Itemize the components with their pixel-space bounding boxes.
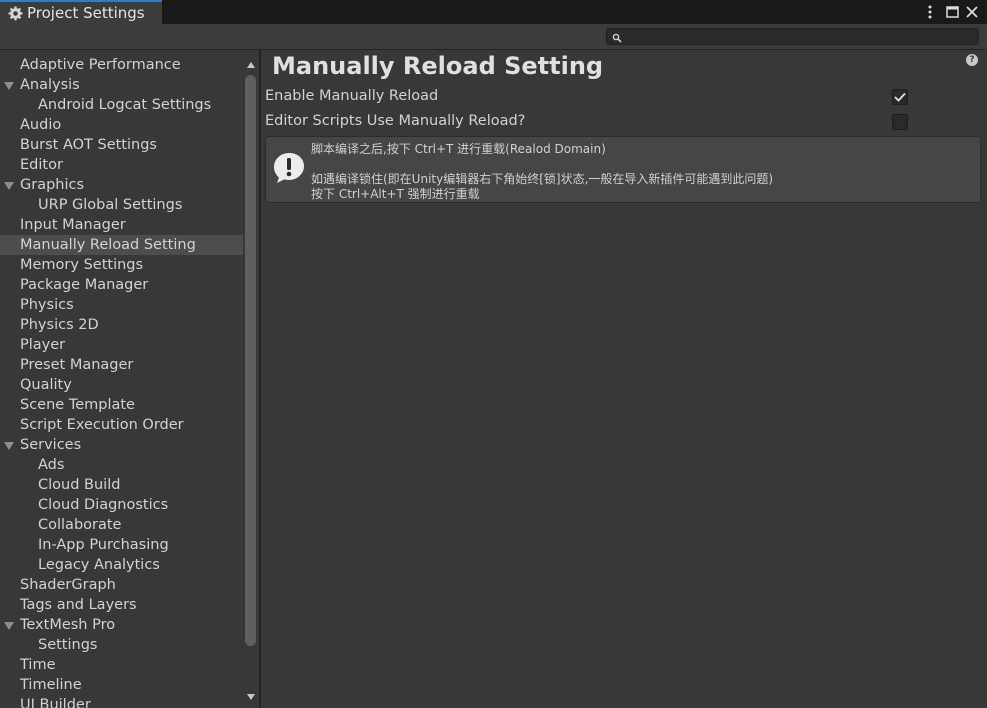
sidebar-item-urp-global-settings[interactable]: URP Global Settings bbox=[0, 195, 243, 215]
sidebar-item-script-execution-order[interactable]: Script Execution Order bbox=[0, 415, 243, 435]
sidebar-item-label: In-App Purchasing bbox=[38, 537, 169, 553]
maximize-icon[interactable] bbox=[943, 3, 961, 21]
sidebar-item-analysis[interactable]: Analysis bbox=[0, 75, 243, 95]
sidebar-item-label: Editor bbox=[20, 157, 63, 173]
sidebar-item-label: Scene Template bbox=[20, 397, 135, 413]
sidebar-item-adaptive-performance[interactable]: Adaptive Performance bbox=[0, 55, 243, 75]
sidebar-item-manually-reload-setting[interactable]: Manually Reload Setting bbox=[0, 235, 243, 255]
sidebar-item-shadergraph[interactable]: ShaderGraph bbox=[0, 575, 243, 595]
sidebar-item-memory-settings[interactable]: Memory Settings bbox=[0, 255, 243, 275]
sidebar-item-tags-and-layers[interactable]: Tags and Layers bbox=[0, 595, 243, 615]
sidebar-item-time[interactable]: Time bbox=[0, 655, 243, 675]
close-icon[interactable] bbox=[963, 3, 981, 21]
settings-content: Manually Reload Setting ? Enable Manuall… bbox=[261, 50, 987, 708]
sidebar-item-package-manager[interactable]: Package Manager bbox=[0, 275, 243, 295]
title-bar: Project Settings bbox=[0, 0, 987, 24]
sidebar-item-label: ShaderGraph bbox=[20, 577, 116, 593]
expand-arrow-icon[interactable] bbox=[4, 182, 14, 190]
sidebar-item-label: Script Execution Order bbox=[20, 417, 184, 433]
sidebar-item-label: Graphics bbox=[20, 177, 85, 193]
editor-scripts-manual-reload-label: Editor Scripts Use Manually Reload? bbox=[265, 113, 526, 129]
window-tab[interactable]: Project Settings bbox=[0, 0, 162, 24]
enable-manually-reload-label: Enable Manually Reload bbox=[265, 88, 439, 104]
sidebar-item-label: Settings bbox=[38, 637, 98, 653]
sidebar-item-editor[interactable]: Editor bbox=[0, 155, 243, 175]
sidebar-item-label: Adaptive Performance bbox=[20, 57, 181, 73]
enable-manually-reload-checkbox[interactable] bbox=[892, 89, 908, 105]
sidebar-item-label: Preset Manager bbox=[20, 357, 134, 373]
scroll-up-arrow-icon[interactable] bbox=[247, 62, 255, 68]
sidebar-item-input-manager[interactable]: Input Manager bbox=[0, 215, 243, 235]
sidebar-item-label: Player bbox=[20, 337, 66, 353]
sidebar-item-label: Physics 2D bbox=[20, 317, 99, 333]
sidebar-item-scene-template[interactable]: Scene Template bbox=[0, 395, 243, 415]
help-line-4: 按下 Ctrl+Alt+T 强制进行重载 bbox=[311, 187, 480, 201]
sidebar-item-legacy-analytics[interactable]: Legacy Analytics bbox=[0, 555, 243, 575]
editor-scripts-manual-reload-checkbox[interactable] bbox=[892, 114, 908, 130]
sidebar-item-in-app-purchasing[interactable]: In-App Purchasing bbox=[0, 535, 243, 555]
search-input[interactable] bbox=[625, 29, 975, 44]
sidebar-item-graphics[interactable]: Graphics bbox=[0, 175, 243, 195]
sidebar-item-label: Physics bbox=[20, 297, 74, 313]
sidebar-item-label: Audio bbox=[20, 117, 62, 133]
sidebar-item-label: UI Builder bbox=[20, 697, 91, 708]
window-title: Project Settings bbox=[27, 4, 145, 22]
sidebar-item-cloud-diagnostics[interactable]: Cloud Diagnostics bbox=[0, 495, 243, 515]
sidebar-item-label: Burst AOT Settings bbox=[20, 137, 157, 153]
sidebar-item-ads[interactable]: Ads bbox=[0, 455, 243, 475]
scrollbar-thumb[interactable] bbox=[245, 75, 256, 646]
sidebar-item-label: Tags and Layers bbox=[20, 597, 137, 613]
sidebar-item-burst-aot-settings[interactable]: Burst AOT Settings bbox=[0, 135, 243, 155]
sidebar-item-player[interactable]: Player bbox=[0, 335, 243, 355]
sidebar-item-label: Ads bbox=[38, 457, 65, 473]
sidebar-item-physics-2d[interactable]: Physics 2D bbox=[0, 315, 243, 335]
gear-icon bbox=[7, 5, 23, 21]
sidebar-item-textmesh-pro[interactable]: TextMesh Pro bbox=[0, 615, 243, 635]
sidebar-item-android-logcat-settings[interactable]: Android Logcat Settings bbox=[0, 95, 243, 115]
scroll-down-arrow-icon[interactable] bbox=[247, 694, 255, 700]
sidebar-scrollbar[interactable] bbox=[243, 50, 259, 708]
sidebar-item-label: Analysis bbox=[20, 77, 80, 93]
search-field[interactable] bbox=[606, 28, 979, 45]
page-title: Manually Reload Setting bbox=[272, 52, 604, 80]
expand-arrow-icon[interactable] bbox=[4, 622, 14, 630]
sidebar-item-label: Services bbox=[20, 437, 82, 453]
warning-icon bbox=[272, 151, 306, 185]
sidebar-item-label: URP Global Settings bbox=[38, 197, 183, 213]
sidebar-item-audio[interactable]: Audio bbox=[0, 115, 243, 135]
sidebar-item-collaborate[interactable]: Collaborate bbox=[0, 515, 243, 535]
help-box: 脚本编译之后,按下 Ctrl+T 进行重载(Realod Domain) 如遇编… bbox=[265, 136, 981, 203]
sidebar-item-label: Cloud Diagnostics bbox=[38, 497, 169, 513]
expand-arrow-icon[interactable] bbox=[4, 82, 14, 90]
sidebar-item-settings[interactable]: Settings bbox=[0, 635, 243, 655]
help-icon[interactable]: ? bbox=[966, 54, 978, 66]
sidebar-item-quality[interactable]: Quality bbox=[0, 375, 243, 395]
sidebar-item-label: Quality bbox=[20, 377, 72, 393]
sidebar-item-label: Memory Settings bbox=[20, 257, 144, 273]
help-line-1: 脚本编译之后,按下 Ctrl+T 进行重载(Realod Domain) bbox=[311, 142, 606, 156]
sidebar-item-preset-manager[interactable]: Preset Manager bbox=[0, 355, 243, 375]
sidebar-item-label: Timeline bbox=[20, 677, 82, 693]
sidebar-item-ui-builder[interactable]: UI Builder bbox=[0, 695, 243, 708]
kebab-menu-icon[interactable] bbox=[921, 3, 939, 21]
toolbar bbox=[0, 24, 987, 50]
sidebar-item-label: Collaborate bbox=[38, 517, 122, 533]
sidebar-item-services[interactable]: Services bbox=[0, 435, 243, 455]
search-icon bbox=[612, 31, 622, 43]
sidebar-item-cloud-build[interactable]: Cloud Build bbox=[0, 475, 243, 495]
sidebar-item-label: Android Logcat Settings bbox=[38, 97, 212, 113]
sidebar-item-physics[interactable]: Physics bbox=[0, 295, 243, 315]
sidebar-item-label: Cloud Build bbox=[38, 477, 121, 493]
checkmark-icon bbox=[894, 92, 906, 102]
expand-arrow-icon[interactable] bbox=[4, 442, 14, 450]
sidebar-item-label: Time bbox=[20, 657, 56, 673]
sidebar-item-label: Input Manager bbox=[20, 217, 126, 233]
sidebar-item-label: Legacy Analytics bbox=[38, 557, 160, 573]
sidebar-item-label: TextMesh Pro bbox=[20, 617, 116, 633]
sidebar-item-timeline[interactable]: Timeline bbox=[0, 675, 243, 695]
sidebar-item-label: Manually Reload Setting bbox=[20, 237, 196, 253]
sidebar-item-label: Package Manager bbox=[20, 277, 149, 293]
settings-sidebar: Adaptive Performance Analysis Android Logc… bbox=[0, 50, 243, 708]
